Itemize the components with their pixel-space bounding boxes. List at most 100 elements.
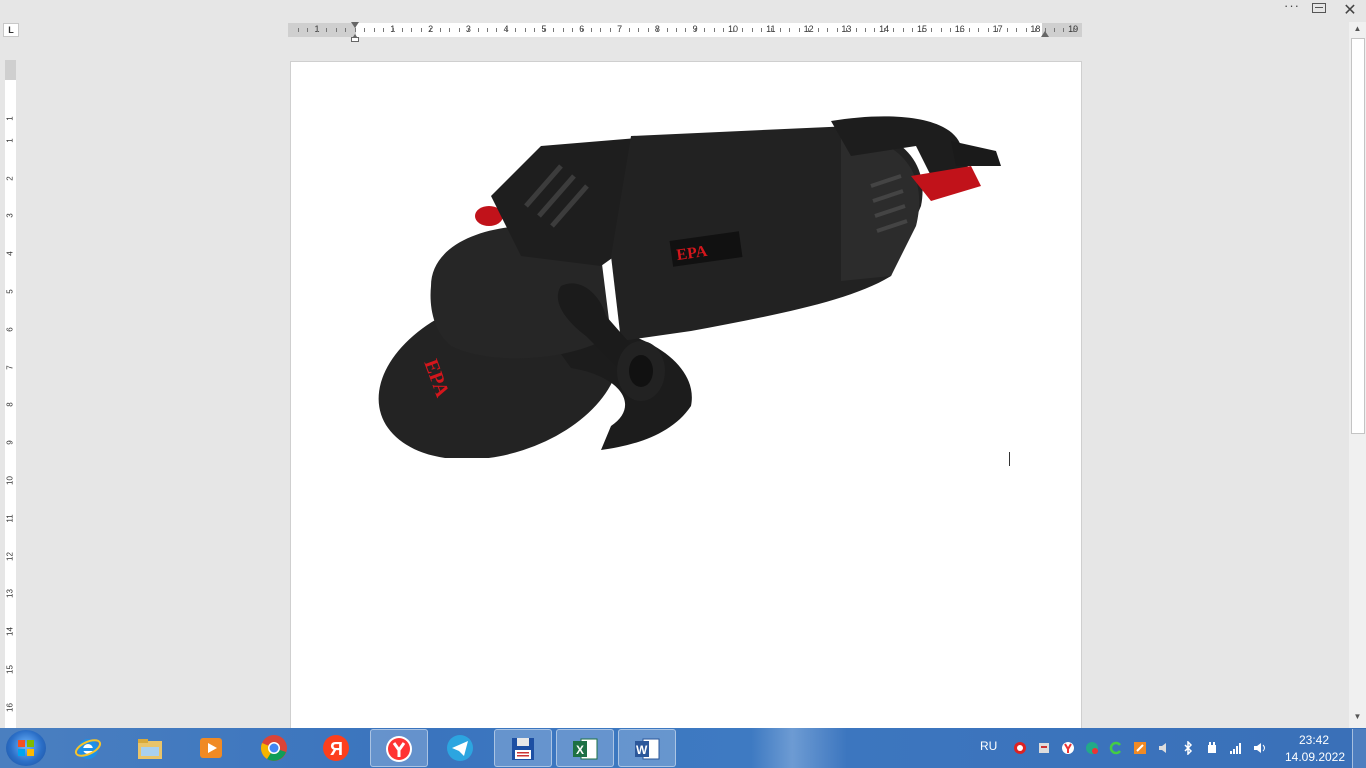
horizontal-ruler[interactable]: 112345678910111213141516171819 bbox=[288, 23, 1082, 37]
ruler-tick bbox=[732, 28, 734, 32]
ruler-tick bbox=[1072, 28, 1074, 32]
vertical-ruler-label: 8 bbox=[5, 402, 15, 408]
ruler-tick bbox=[619, 28, 621, 32]
chrome-icon bbox=[260, 735, 287, 761]
yandex-icon: Я bbox=[323, 735, 349, 761]
tools-tray-icon[interactable] bbox=[1133, 741, 1147, 755]
taskbar-save-app[interactable] bbox=[494, 729, 552, 767]
ruler-tick bbox=[298, 28, 299, 32]
ruler-tick bbox=[496, 28, 498, 32]
bluetooth-icon[interactable] bbox=[1181, 741, 1195, 755]
excel-icon: X bbox=[573, 738, 598, 760]
vertical-ruler-label: 14 bbox=[5, 627, 15, 637]
restore-ribbon-button[interactable] bbox=[1312, 3, 1326, 13]
ruler-tick bbox=[827, 28, 829, 32]
ruler-tick bbox=[855, 28, 857, 32]
ruler-tick bbox=[468, 28, 470, 32]
ruler-tick bbox=[449, 28, 451, 32]
ruler-tick bbox=[628, 28, 630, 32]
ruler-tick bbox=[1006, 28, 1008, 32]
ruler-tick bbox=[572, 28, 574, 32]
ruler-tick bbox=[1054, 28, 1055, 32]
taskbar-chrome[interactable] bbox=[246, 729, 304, 767]
clock-date[interactable]: 14.09.2022 bbox=[1280, 750, 1350, 764]
taskbar-telegram[interactable] bbox=[432, 729, 490, 767]
scroll-thumb[interactable] bbox=[1351, 38, 1365, 434]
text-cursor bbox=[1009, 452, 1010, 466]
ruler-tick bbox=[307, 28, 309, 32]
start-button[interactable] bbox=[6, 730, 46, 766]
ruler-tick bbox=[779, 28, 781, 32]
ruler-tick bbox=[959, 28, 961, 32]
ruler-tick bbox=[770, 28, 772, 32]
yandex-tray-icon[interactable] bbox=[1061, 741, 1075, 755]
vertical-ruler-label: 6 bbox=[5, 327, 15, 332]
tab-selector[interactable]: L bbox=[3, 23, 19, 37]
ruler-tick bbox=[373, 28, 375, 32]
vertical-ruler-label: 5 bbox=[5, 289, 15, 294]
ruler-tick bbox=[931, 28, 933, 32]
taskbar-media-player[interactable] bbox=[183, 729, 241, 767]
vertical-ruler[interactable]: 11234567891011121314151617 bbox=[5, 60, 16, 750]
taskbar-internet-explorer[interactable] bbox=[60, 729, 118, 767]
language-indicator[interactable]: RU bbox=[980, 739, 997, 753]
volume-icon[interactable] bbox=[1253, 741, 1267, 755]
more-options-button[interactable]: ··· bbox=[1280, 0, 1304, 18]
ruler-tick bbox=[657, 28, 659, 32]
ruler-tick bbox=[600, 28, 602, 32]
vertical-ruler-label: 1 bbox=[5, 138, 15, 143]
yandex-browser-icon bbox=[386, 736, 412, 762]
taskbar-word[interactable]: W bbox=[618, 729, 676, 767]
vertical-ruler-label: 13 bbox=[5, 589, 15, 599]
windows-logo-icon bbox=[18, 740, 34, 756]
device-tray-icon[interactable] bbox=[1037, 741, 1051, 755]
vertical-ruler-label: 15 bbox=[5, 665, 15, 674]
ruler-tick bbox=[940, 28, 942, 32]
ruler-tick bbox=[676, 28, 677, 32]
first-line-indent-marker[interactable] bbox=[351, 22, 359, 28]
ruler-tick bbox=[543, 28, 545, 32]
taskbar-file-explorer[interactable] bbox=[122, 729, 180, 767]
ruler-tick bbox=[316, 28, 318, 32]
ruler-tick bbox=[883, 28, 885, 32]
ruler-tick bbox=[411, 28, 413, 32]
word-icon: W bbox=[635, 738, 660, 760]
speaker-tray-icon[interactable] bbox=[1157, 741, 1171, 755]
ruler-tick bbox=[364, 28, 366, 32]
document-page[interactable]: EPA EPA bbox=[290, 61, 1082, 741]
ruler-tick bbox=[950, 28, 952, 32]
vertical-ruler-label: 10 bbox=[5, 476, 15, 485]
ruler-tick bbox=[685, 28, 687, 32]
ruler-tick bbox=[808, 28, 810, 32]
right-indent-marker[interactable] bbox=[1041, 31, 1049, 37]
taskbar-yandex[interactable]: Я bbox=[308, 729, 366, 767]
ruler-tick bbox=[1025, 28, 1027, 32]
ruler-tick bbox=[534, 28, 536, 32]
ruler-tick bbox=[581, 28, 583, 32]
ruler-tick bbox=[505, 28, 507, 32]
scroll-up-arrow-icon[interactable]: ▲ bbox=[1351, 24, 1364, 36]
angle-grinder-image[interactable]: EPA EPA bbox=[371, 106, 1011, 458]
ruler-tick bbox=[666, 28, 668, 32]
clock-time[interactable]: 23:42 bbox=[1290, 733, 1338, 747]
close-button[interactable]: ✕ bbox=[1340, 0, 1360, 20]
taskbar-excel[interactable]: X bbox=[556, 729, 614, 767]
left-indent-marker[interactable] bbox=[351, 37, 359, 42]
scroll-down-arrow-icon[interactable]: ▼ bbox=[1351, 712, 1364, 724]
ruler-tick bbox=[458, 28, 460, 32]
power-plug-icon[interactable] bbox=[1205, 741, 1219, 755]
ruler-tick bbox=[694, 28, 696, 32]
taskbar-yandex-browser[interactable] bbox=[370, 729, 428, 767]
ruler-tick bbox=[420, 28, 422, 32]
vertical-ruler-label: 16 bbox=[5, 702, 15, 712]
ruler-tick bbox=[713, 28, 715, 32]
sync-tray-icon[interactable] bbox=[1109, 741, 1123, 755]
show-desktop-button[interactable] bbox=[1352, 729, 1366, 768]
antivirus-tray-icon[interactable] bbox=[1013, 741, 1027, 755]
ruler-tick bbox=[326, 28, 328, 32]
network-signal-icon[interactable] bbox=[1229, 741, 1243, 755]
ruler-tick bbox=[723, 28, 725, 32]
ruler-tick bbox=[609, 28, 611, 32]
internet-explorer-icon bbox=[74, 739, 102, 759]
update-tray-icon[interactable] bbox=[1085, 741, 1099, 755]
